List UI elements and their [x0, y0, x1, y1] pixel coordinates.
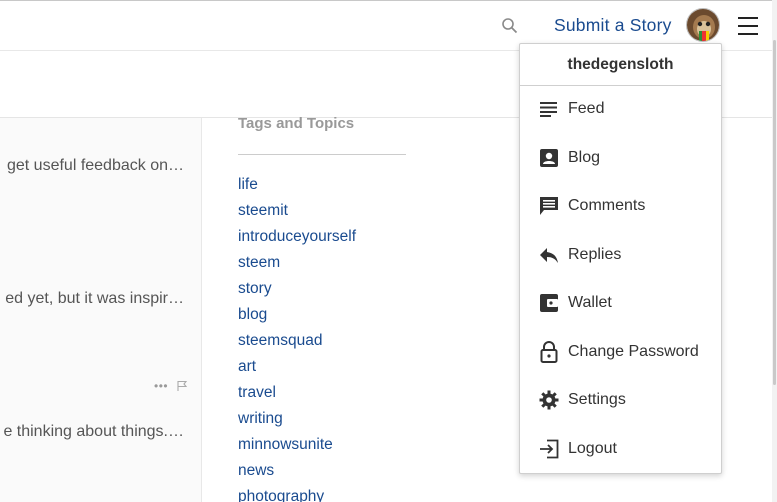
flag-icon[interactable]: [176, 380, 188, 392]
feed-snippet[interactable]: get useful feedback on…: [0, 157, 200, 179]
tag-link[interactable]: art: [238, 358, 408, 384]
menu-item-logout[interactable]: Logout: [520, 427, 721, 471]
menu-item-label: Comments: [568, 197, 646, 214]
feed-snippet-text: get useful feedback on…: [6, 157, 184, 174]
comments-icon: [538, 195, 560, 217]
search-icon[interactable]: [501, 17, 519, 35]
tag-link[interactable]: steemsquad: [238, 332, 408, 358]
menu-item-label: Settings: [568, 391, 626, 408]
tag-link[interactable]: blog: [238, 306, 408, 332]
reply-arrow-icon: [538, 244, 560, 266]
tag-link[interactable]: minnowsunite: [238, 436, 408, 462]
avatar[interactable]: [686, 8, 720, 42]
menu-item-blog[interactable]: Blog: [520, 136, 721, 180]
menu-item-wallet[interactable]: Wallet: [520, 281, 721, 325]
lock-icon: [538, 341, 560, 363]
post-actions: •••: [154, 380, 188, 392]
wallet-icon: [538, 292, 560, 314]
tags-panel: Tags and Topics life steemit introduceyo…: [238, 112, 408, 502]
menu-item-settings[interactable]: Settings: [520, 378, 721, 422]
menu-item-feed[interactable]: Feed: [520, 87, 721, 131]
feed-snippet-text: e thinking about things.…: [3, 423, 184, 440]
divider: [238, 154, 406, 155]
feed-column: get useful feedback on… ed yet, but it w…: [0, 118, 202, 502]
tag-link[interactable]: photography: [238, 488, 408, 502]
user-dropdown-menu: thedegensloth Feed Blog Comments Replies…: [519, 43, 722, 474]
menu-item-change-password[interactable]: Change Password: [520, 330, 721, 374]
hamburger-line: [738, 33, 758, 35]
tag-link[interactable]: story: [238, 280, 408, 306]
blog-person-icon: [538, 147, 560, 169]
hamburger-line: [738, 17, 758, 19]
hamburger-menu-icon[interactable]: [738, 17, 758, 35]
logout-icon: [538, 438, 560, 460]
menu-item-label: Logout: [568, 440, 617, 457]
tag-link[interactable]: steemit: [238, 202, 408, 228]
feed-list-icon: [538, 98, 560, 120]
feed-snippet[interactable]: ed yet, but it was inspir…: [0, 290, 200, 312]
gear-icon: [538, 389, 560, 411]
tag-link[interactable]: writing: [238, 410, 408, 436]
menu-item-replies[interactable]: Replies: [520, 233, 721, 277]
menu-item-label: Feed: [568, 100, 605, 117]
menu-item-comments[interactable]: Comments: [520, 184, 721, 228]
feed-snippet-text: ed yet, but it was inspir…: [5, 290, 184, 307]
menu-item-label: Change Password: [568, 343, 699, 360]
dropdown-username[interactable]: thedegensloth: [520, 44, 721, 86]
menu-item-label: Replies: [568, 246, 622, 263]
hamburger-line: [738, 25, 758, 27]
submit-story-link[interactable]: Submit a Story: [554, 15, 672, 36]
tag-link[interactable]: travel: [238, 384, 408, 410]
tag-link[interactable]: news: [238, 462, 408, 488]
avatar-image: [687, 9, 719, 41]
menu-item-label: Wallet: [568, 294, 612, 311]
page-scrollbar-thumb[interactable]: [773, 40, 776, 385]
more-options-icon[interactable]: •••: [154, 380, 168, 392]
tag-list: life steemit introduceyourself steem sto…: [238, 176, 408, 502]
tags-title: Tags and Topics: [238, 115, 355, 132]
menu-item-label: Blog: [568, 149, 601, 166]
tag-link[interactable]: steem: [238, 254, 408, 280]
tag-link[interactable]: life: [238, 176, 408, 202]
tag-link[interactable]: introduceyourself: [238, 228, 408, 254]
feed-snippet[interactable]: e thinking about things.…: [0, 423, 200, 445]
